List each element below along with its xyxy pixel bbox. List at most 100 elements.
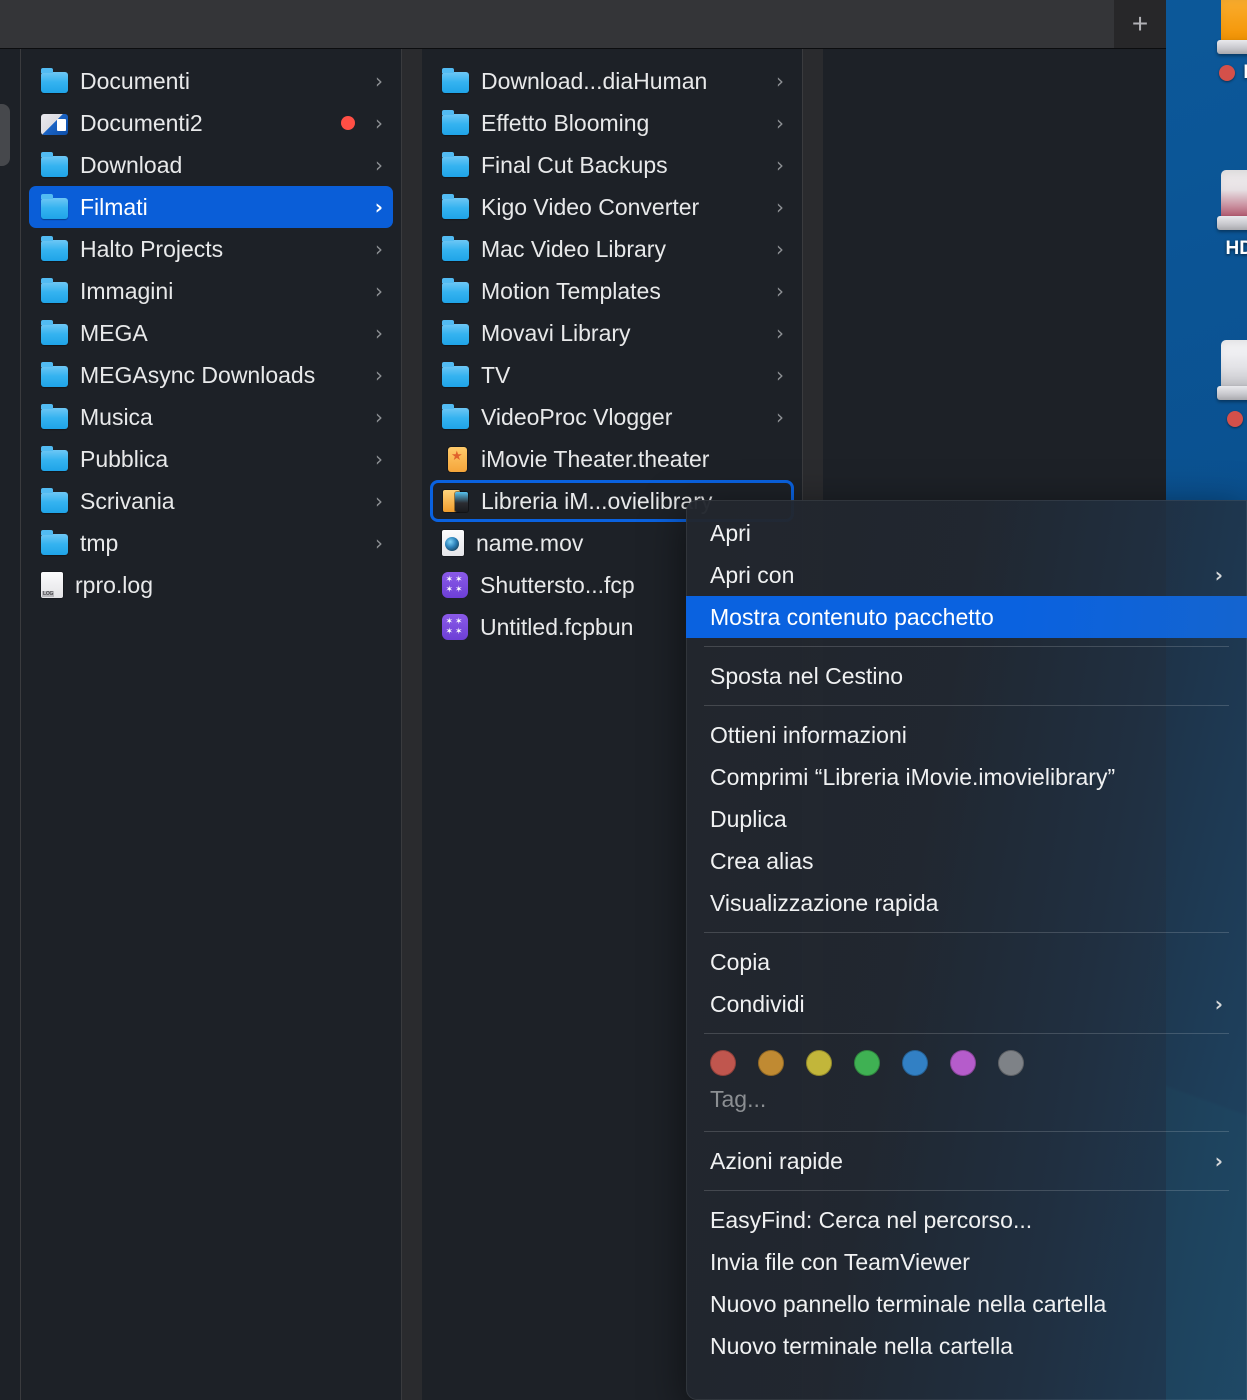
folder-icon (442, 236, 469, 261)
folder-icon (41, 362, 68, 387)
file-name: MEGAsync Downloads (80, 361, 316, 388)
menu-item-duplica[interactable]: Duplica (692, 798, 1241, 840)
tag-color-blue[interactable] (902, 1050, 928, 1076)
file-name: Kigo Video Converter (481, 193, 700, 220)
imovie-library-icon (442, 488, 469, 515)
drive-status-dot (1219, 65, 1236, 81)
file-row-mac-video-library[interactable]: Mac Video Library › (430, 228, 794, 270)
menu-item-nuovo-terminale[interactable]: Nuovo terminale nella cartella (692, 1325, 1241, 1367)
folder-icon (442, 110, 469, 135)
menu-item-invia-file-con-teamviewer[interactable]: Invia file con TeamViewer (692, 1241, 1241, 1283)
menu-item-ottieni-informazioni[interactable]: Ottieni informazioni (692, 714, 1241, 756)
file-row-immagini[interactable]: Immagini › (29, 270, 393, 312)
chevron-right-icon: › (776, 279, 784, 303)
menu-separator (704, 1190, 1229, 1191)
menu-item-visualizzazione-rapida[interactable]: Visualizzazione rapida (692, 882, 1241, 924)
desktop-drive-hd3[interactable]: HD 3 (1168, 0, 1247, 84)
file-row-mega[interactable]: MEGA › (29, 312, 393, 354)
desktop-drive-hd4t[interactable]: HD 4T (1168, 170, 1247, 260)
file-row-halto-projects[interactable]: Halto Projects › (29, 228, 393, 270)
menu-separator (704, 1131, 1229, 1132)
menu-item-crea-alias[interactable]: Crea alias (692, 840, 1241, 882)
menu-item-nuovo-pannello-terminale[interactable]: Nuovo pannello terminale nella cartella (692, 1283, 1241, 1325)
menu-item-azioni-rapide[interactable]: Azioni rapide › (692, 1140, 1241, 1182)
file-row-megasync-downloads[interactable]: MEGAsync Downloads › (29, 354, 393, 396)
log-document-icon (41, 572, 63, 598)
file-row-download[interactable]: Download › (29, 144, 393, 186)
file-row-documenti2[interactable]: Documenti2 › (29, 102, 393, 144)
hard-drive-icon (1217, 0, 1247, 56)
hard-drive-icon (1217, 170, 1247, 232)
file-row-movavi-library[interactable]: Movavi Library › (430, 312, 794, 354)
chevron-right-icon: › (374, 195, 383, 219)
quicktime-movie-icon (442, 530, 464, 556)
file-name: Halto Projects (80, 235, 224, 262)
hard-drive-icon (1217, 340, 1247, 402)
fcp-bundle-icon (442, 572, 468, 598)
tag-color-green[interactable] (854, 1050, 880, 1076)
desktop-drive-hd[interactable]: HD (1168, 340, 1247, 430)
tag-color-purple[interactable] (950, 1050, 976, 1076)
file-row-final-cut-backups[interactable]: Final Cut Backups › (430, 144, 794, 186)
chevron-right-icon: › (776, 69, 784, 93)
file-name: Documenti (80, 67, 190, 94)
menu-item-condividi[interactable]: Condividi › (692, 983, 1241, 1025)
file-row-tmp[interactable]: tmp › (29, 522, 393, 564)
file-row-musica[interactable]: Musica › (29, 396, 393, 438)
menu-item-apri-con[interactable]: Apri con › (692, 554, 1241, 596)
menu-separator (704, 932, 1229, 933)
file-name: Mac Video Library (481, 235, 666, 262)
menu-item-label: Duplica (710, 805, 787, 832)
menu-item-easyfind-cerca-nel-percorso[interactable]: EasyFind: Cerca nel percorso... (692, 1199, 1241, 1241)
file-row-rpro-log[interactable]: rpro.log (29, 564, 393, 606)
menu-item-apri[interactable]: Apri (692, 512, 1241, 554)
file-row-motion-templates[interactable]: Motion Templates › (430, 270, 794, 312)
new-tab-button[interactable]: + (1114, 0, 1166, 48)
folder-icon (442, 68, 469, 93)
file-row-pubblica[interactable]: Pubblica › (29, 438, 393, 480)
menu-item-comprimi[interactable]: Comprimi “Libreria iMovie.imovielibrary” (692, 756, 1241, 798)
menu-item-mostra-contenuto-pacchetto[interactable]: Mostra contenuto pacchetto (686, 596, 1247, 638)
chevron-right-icon: › (776, 237, 784, 261)
folder-icon (41, 68, 68, 93)
finder-sidebar-collapsed[interactable] (0, 49, 20, 1400)
file-row-effetto-blooming[interactable]: Effetto Blooming › (430, 102, 794, 144)
menu-separator (704, 705, 1229, 706)
file-row-tv[interactable]: TV › (430, 354, 794, 396)
chevron-right-icon: › (776, 153, 784, 177)
menu-item-label: Nuovo terminale nella cartella (710, 1332, 1013, 1359)
chevron-right-icon: › (375, 447, 383, 471)
menu-item-sposta-nel-cestino[interactable]: Sposta nel Cestino (692, 655, 1241, 697)
tag-color-red[interactable] (710, 1050, 736, 1076)
menu-item-copia[interactable]: Copia (692, 941, 1241, 983)
file-name: tmp (80, 529, 119, 556)
file-row-scrivania[interactable]: Scrivania › (29, 480, 393, 522)
folder-icon (41, 278, 68, 303)
menu-item-label: Sposta nel Cestino (710, 662, 904, 689)
folder-icon (442, 152, 469, 177)
file-name: Documenti2 (80, 109, 203, 136)
fcp-bundle-icon (442, 614, 468, 640)
tag-color-orange[interactable] (758, 1050, 784, 1076)
file-name: Download...diaHuman (481, 67, 708, 94)
column-spacer (402, 49, 422, 1400)
file-name: Effetto Blooming (481, 109, 650, 136)
sidebar-resize-handle[interactable] (0, 104, 10, 166)
file-row-filmati[interactable]: Filmati › (29, 186, 393, 228)
file-row-videoproc-vlogger[interactable]: VideoProc Vlogger › (430, 396, 794, 438)
folder-icon (41, 488, 68, 513)
menu-item-label: Condividi (710, 990, 805, 1017)
file-name: Scrivania (80, 487, 175, 514)
file-row-download-diahuman[interactable]: Download...diaHuman › (430, 60, 794, 102)
file-row-documenti[interactable]: Documenti › (29, 60, 393, 102)
file-row-imovie-theater[interactable]: iMovie Theater.theater (430, 438, 794, 480)
file-row-kigo-video-converter[interactable]: Kigo Video Converter › (430, 186, 794, 228)
menu-item-label: Comprimi “Libreria iMovie.imovielibrary” (710, 763, 1116, 790)
sync-folder-icon (41, 114, 68, 135)
folder-icon (442, 194, 469, 219)
tag-color-gray[interactable] (998, 1050, 1024, 1076)
menu-item-label: Copia (710, 948, 771, 975)
tag-color-yellow[interactable] (806, 1050, 832, 1076)
folder-icon (41, 236, 68, 261)
tag-input[interactable]: Tag... (686, 1080, 1247, 1123)
